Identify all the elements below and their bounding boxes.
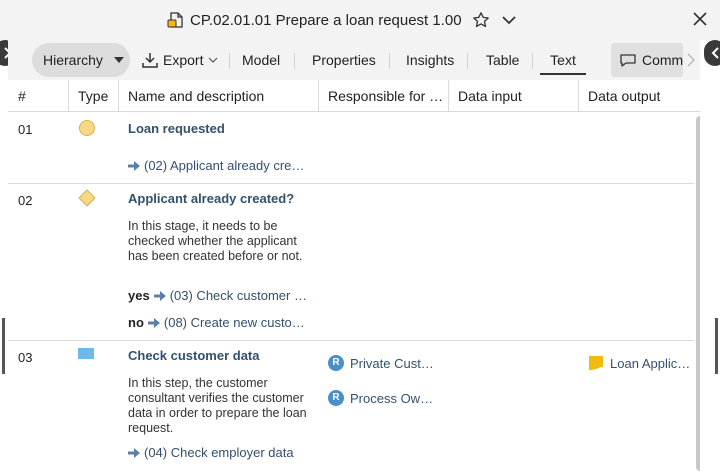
window-title: CP.02.01.01 Prepare a loan request 1.00 [190, 11, 462, 29]
comment-icon [620, 54, 636, 67]
successor-link-text: (08) Create new custo… [163, 315, 305, 330]
start-event-icon [79, 120, 95, 136]
divider [294, 53, 295, 69]
export-label: Export [163, 52, 204, 68]
row-description: In this step, the customer consultant ve… [128, 376, 307, 435]
row-name[interactable]: Loan requested [128, 121, 225, 136]
column-header-name[interactable]: Name and description [118, 80, 318, 112]
active-tab-indicator [540, 73, 586, 75]
resize-handle-right[interactable] [715, 318, 718, 374]
table-row[interactable]: 02 Applicant already created? In this st… [8, 184, 694, 341]
tab-text[interactable]: Text [540, 43, 586, 77]
hierarchy-button[interactable]: Hierarchy [32, 43, 130, 77]
chevron-down-icon [209, 57, 218, 63]
collapse-right-button[interactable] [704, 40, 720, 66]
decision-icon [78, 189, 96, 207]
responsible-role[interactable]: R Private Cust… [328, 355, 434, 371]
branch-label: yes [128, 288, 150, 303]
branch-label: no [128, 315, 144, 330]
process-table: # Type Name and description Responsible … [8, 80, 700, 471]
output-name: Loan Applic… [610, 355, 691, 371]
comments-button[interactable]: Comments [611, 43, 683, 77]
arrow-right-icon [128, 160, 140, 171]
row-name[interactable]: Applicant already created? [128, 191, 294, 206]
row-number: 02 [18, 193, 33, 208]
column-header-data-input[interactable]: Data input [448, 80, 578, 112]
table-header: # Type Name and description Responsible … [8, 80, 700, 112]
star-icon[interactable] [472, 11, 490, 29]
arrow-right-icon [128, 447, 140, 458]
column-header-type[interactable]: Type [68, 80, 118, 112]
row-description: In this stage, it needs to be checked wh… [128, 219, 303, 263]
title-bar: CP.02.01.01 Prepare a loan request 1.00 [0, 0, 720, 40]
successor-link[interactable]: no (08) Create new custo… [128, 315, 314, 330]
successor-link-text: (03) Check customer … [169, 288, 307, 303]
successor-link[interactable]: yes (03) Check customer … [128, 288, 314, 303]
row-number: 03 [18, 350, 33, 365]
arrow-right-icon [153, 290, 166, 301]
task-icon [78, 348, 94, 359]
divider [229, 53, 230, 69]
close-icon[interactable] [692, 11, 708, 27]
comments-label: Comments [642, 52, 683, 68]
column-header-responsible[interactable]: Responsible for … [318, 80, 448, 112]
role-name: Process Ow… [350, 390, 434, 406]
caret-down-icon [113, 57, 124, 63]
tab-model[interactable]: Model [242, 43, 280, 77]
chevron-down-icon[interactable] [500, 11, 518, 29]
responsible-role[interactable]: R Process Ow… [328, 390, 433, 406]
role-badge: R [328, 390, 344, 406]
vertical-scrollbar[interactable] [696, 116, 700, 471]
tab-text-label: Text [550, 52, 576, 68]
hierarchy-label: Hierarchy [43, 52, 103, 68]
successor-link[interactable]: (04) Check employer data [128, 445, 314, 460]
column-header-data-output[interactable]: Data output [578, 80, 694, 112]
row-name[interactable]: Check customer data [128, 348, 260, 363]
export-icon [142, 53, 158, 68]
export-button[interactable]: Export [141, 43, 218, 77]
successor-link-text: (02) Applicant already cre… [144, 158, 305, 173]
scroll-right-icon[interactable] [686, 52, 696, 68]
tab-properties[interactable]: Properties [312, 43, 376, 77]
document-icon [589, 356, 603, 370]
tab-insights[interactable]: Insights [406, 43, 454, 77]
chevron-left-icon [711, 47, 719, 59]
successor-link-text: (04) Check employer data [144, 445, 294, 460]
role-name: Private Cust… [350, 355, 434, 371]
row-number: 01 [18, 122, 33, 137]
column-header-number[interactable]: # [8, 80, 68, 112]
table-row[interactable]: 03 Check customer data In this step, the… [8, 341, 694, 471]
divider [532, 53, 533, 69]
resize-handle-left[interactable] [2, 318, 5, 374]
successor-link[interactable]: (02) Applicant already cre… [128, 158, 308, 173]
tab-table[interactable]: Table [486, 43, 519, 77]
title-group: CP.02.01.01 Prepare a loan request 1.00 [167, 10, 518, 30]
toolbar: Hierarchy Export Model Properties Insigh… [8, 40, 700, 80]
data-output-item[interactable]: Loan Applic… [588, 355, 690, 371]
divider [467, 53, 468, 69]
arrow-right-icon [147, 317, 160, 328]
role-badge: R [328, 355, 344, 371]
divider [389, 53, 390, 69]
table-row[interactable]: 01 Loan requested (02) Applicant already… [8, 113, 694, 184]
document-icon [167, 12, 183, 28]
